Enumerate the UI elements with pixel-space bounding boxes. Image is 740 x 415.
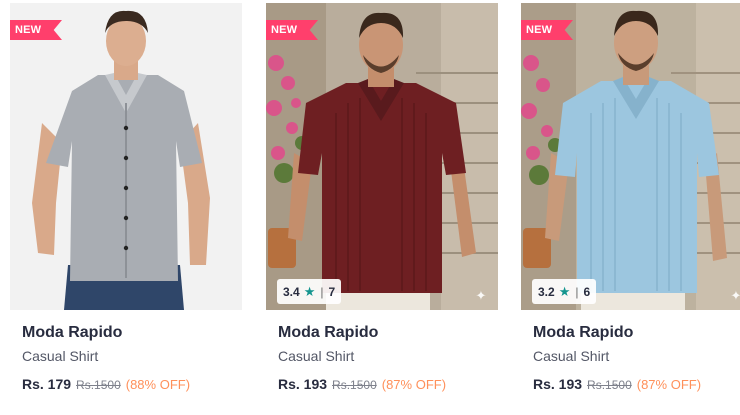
rating-value: 3.2 xyxy=(538,284,555,299)
rating-count: 6 xyxy=(583,284,591,299)
discount-label: (88% OFF) xyxy=(125,377,191,392)
product-photo-illustration xyxy=(266,3,498,310)
selling-price: Rs. 193 xyxy=(278,376,328,392)
sparkle-icon: ✦ xyxy=(475,288,487,303)
sparkle-icon: ✦ xyxy=(730,288,740,303)
selling-price: Rs. 193 xyxy=(533,376,583,392)
product-card[interactable]: NEW 3.4 ★ | 7 ✦ Moda Rapido Casual Shirt… xyxy=(266,0,498,415)
product-photo-illustration xyxy=(521,3,740,310)
product-name[interactable]: Casual Shirt xyxy=(278,348,354,364)
brand-name[interactable]: Moda Rapido xyxy=(22,324,122,342)
product-card[interactable]: NEW Moda Rapido Casual Shirt Rs. 179 Rs.… xyxy=(10,0,242,415)
rating-separator: | xyxy=(320,284,324,299)
discount-label: (87% OFF) xyxy=(381,377,447,392)
rating-value: 3.4 xyxy=(283,284,300,299)
mrp-price: Rs.1500 xyxy=(76,378,121,392)
brand-name[interactable]: Moda Rapido xyxy=(533,324,633,342)
brand-name[interactable]: Moda Rapido xyxy=(278,324,378,342)
star-icon: ★ xyxy=(303,284,316,299)
price-row: Rs. 179 Rs.1500 (88% OFF) xyxy=(22,376,190,392)
product-image[interactable]: NEW 3.2 ★ | 6 ✦ xyxy=(521,3,740,310)
product-grid: NEW Moda Rapido Casual Shirt Rs. 179 Rs.… xyxy=(0,0,740,415)
star-icon: ★ xyxy=(558,284,571,299)
product-image[interactable]: NEW 3.4 ★ | 7 ✦ xyxy=(266,3,498,310)
product-image[interactable]: NEW xyxy=(10,3,242,310)
discount-label: (87% OFF) xyxy=(636,377,702,392)
product-photo-illustration xyxy=(10,3,242,310)
rating-separator: | xyxy=(575,284,579,299)
price-row: Rs. 193 Rs.1500 (87% OFF) xyxy=(278,376,446,392)
rating-chip: 3.4 ★ | 7 xyxy=(277,279,342,304)
mrp-price: Rs.1500 xyxy=(587,378,632,392)
product-name[interactable]: Casual Shirt xyxy=(533,348,609,364)
mrp-price: Rs.1500 xyxy=(332,378,377,392)
price-row: Rs. 193 Rs.1500 (87% OFF) xyxy=(533,376,701,392)
product-card[interactable]: NEW 3.2 ★ | 6 ✦ Moda Rapido Casual Shirt… xyxy=(521,0,740,415)
selling-price: Rs. 179 xyxy=(22,376,72,392)
product-name[interactable]: Casual Shirt xyxy=(22,348,98,364)
rating-chip: 3.2 ★ | 6 xyxy=(532,279,597,304)
rating-count: 7 xyxy=(328,284,336,299)
